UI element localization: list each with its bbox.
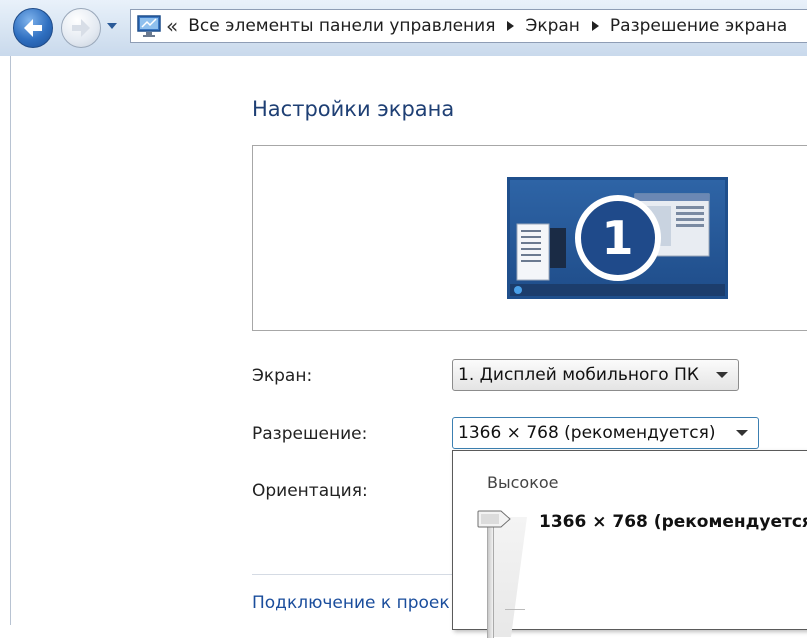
navigation-bar: « Все элементы панели управления Экран Р… — [0, 0, 807, 56]
resolution-slider-thumb[interactable] — [477, 510, 511, 528]
slider-tick — [505, 609, 525, 610]
forward-button[interactable] — [61, 8, 101, 48]
orientation-label: Ориентация: — [252, 481, 368, 501]
display-select-value: 1. Дисплей мобильного ПК — [458, 365, 699, 385]
page-title: Настройки экрана — [252, 97, 455, 121]
recent-pages-button[interactable] — [104, 19, 120, 33]
breadcrumb-screen-resolution[interactable]: Разрешение экрана — [610, 16, 787, 36]
display-label: Экран: — [252, 366, 313, 386]
resolution-dropdown: Высокое 1366 × 768 (рекомендуется) — [452, 450, 807, 638]
forward-arrow-icon — [72, 19, 90, 37]
chevron-down-icon — [716, 372, 728, 378]
back-button[interactable] — [13, 8, 53, 48]
resolution-label: Разрешение: — [252, 424, 368, 444]
monitor-thumbnail[interactable]: 1 — [507, 177, 728, 299]
chevron-down-icon — [736, 430, 748, 436]
chevron-down-icon — [107, 23, 117, 29]
back-arrow-icon — [24, 19, 42, 37]
projector-connection-link[interactable]: Подключение к проек — [252, 593, 450, 613]
breadcrumb-separator-icon[interactable] — [591, 21, 599, 31]
breadcrumb-display[interactable]: Экран — [525, 16, 579, 36]
resolution-select[interactable]: 1366 × 768 (рекомендуется) — [452, 417, 759, 449]
resolution-slider-track[interactable] — [487, 517, 494, 638]
monitor-number-label: 1 — [601, 211, 634, 265]
breadcrumb-separator-icon[interactable] — [507, 21, 515, 31]
breadcrumb-overflow-button[interactable]: « — [166, 16, 178, 36]
control-panel-icon — [137, 15, 161, 37]
resolution-current-value: 1366 × 768 (рекомендуется) — [539, 512, 807, 532]
address-bar[interactable]: « Все элементы панели управления Экран Р… — [130, 9, 807, 43]
resolution-high-label: Высокое — [487, 473, 559, 492]
display-select[interactable]: 1. Дисплей мобильного ПК — [452, 359, 739, 391]
divider — [252, 574, 452, 575]
resolution-select-value: 1366 × 768 (рекомендуется) — [458, 423, 716, 443]
breadcrumb-all-control-panel-items[interactable]: Все элементы панели управления — [188, 16, 495, 36]
